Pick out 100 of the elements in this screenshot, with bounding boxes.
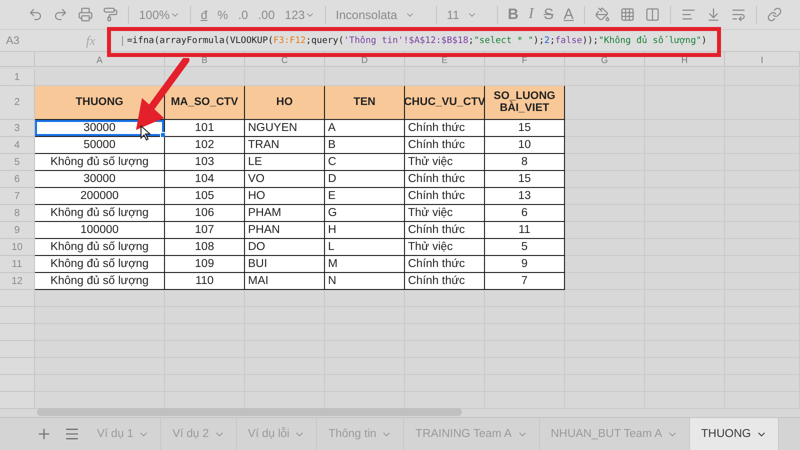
- print-icon[interactable]: [78, 7, 93, 22]
- row-header[interactable]: [0, 290, 35, 307]
- table-cell: Chính thức: [405, 120, 485, 137]
- format-button[interactable]: đ: [200, 8, 208, 22]
- table-cell: 30000: [35, 120, 165, 137]
- redo-icon[interactable]: [53, 7, 68, 22]
- format-button[interactable]: 123: [284, 8, 315, 22]
- table-cell: N: [325, 273, 405, 290]
- table-cell: 7: [485, 273, 565, 290]
- table-cell: 15: [485, 171, 565, 188]
- row-number[interactable]: 6: [0, 171, 35, 188]
- table-cell: 107: [165, 222, 245, 239]
- name-box[interactable]: A3: [0, 34, 86, 46]
- table-cell: NGUYEN: [245, 120, 325, 137]
- table-cell: C: [325, 154, 405, 171]
- header-cell: SO_LUONG BÀI_VIET: [485, 86, 565, 120]
- table-cell: Không đủ số lượng: [35, 239, 165, 256]
- table-cell: Thử việc: [405, 205, 485, 222]
- table-cell: Không đủ số lượng: [35, 256, 165, 273]
- row-number[interactable]: 12: [0, 273, 35, 290]
- row-number[interactable]: 7: [0, 188, 35, 205]
- row-number[interactable]: 4: [0, 137, 35, 154]
- zoom-select[interactable]: 100%: [139, 8, 180, 22]
- row-number[interactable]: 5: [0, 154, 35, 171]
- column-header[interactable]: I: [725, 52, 800, 67]
- table-cell: 103: [165, 154, 245, 171]
- align-icon[interactable]: [680, 7, 696, 22]
- text-wrap-icon[interactable]: [730, 7, 746, 22]
- row-number[interactable]: 10: [0, 239, 35, 256]
- table-cell: 101: [165, 120, 245, 137]
- link-icon[interactable]: [766, 7, 782, 22]
- table-cell: 200000: [35, 188, 165, 205]
- table-cell: 102: [165, 137, 245, 154]
- row-number[interactable]: 9: [0, 222, 35, 239]
- header-cell: HO: [245, 86, 325, 120]
- table-cell: 5: [485, 239, 565, 256]
- vertical-align-icon[interactable]: [706, 7, 721, 22]
- header-cell: CHUC_VU_CTV: [405, 86, 485, 120]
- add-sheet-icon[interactable]: [36, 426, 52, 442]
- menu-icon[interactable]: [64, 426, 80, 442]
- row-number[interactable]: 2: [0, 86, 35, 120]
- fill-color-icon[interactable]: [594, 7, 610, 22]
- header-cell: MA_SO_CTV: [165, 86, 245, 120]
- table-cell: LE: [245, 154, 325, 171]
- table-cell: Thử việc: [405, 239, 485, 256]
- text-style-button[interactable]: S: [544, 6, 554, 23]
- format-button[interactable]: .0: [238, 8, 248, 22]
- table-cell: 110: [165, 273, 245, 290]
- table-cell: B: [325, 137, 405, 154]
- table-cell: L: [325, 239, 405, 256]
- row-number[interactable]: 3: [0, 120, 35, 137]
- table-cell: E: [325, 188, 405, 205]
- text-style-button[interactable]: I: [528, 6, 534, 23]
- font-select[interactable]: Inconsolata: [336, 8, 426, 22]
- merge-cells-icon[interactable]: [644, 7, 660, 22]
- header-cell: TEN: [325, 86, 405, 120]
- table-cell: Chính thức: [405, 137, 485, 154]
- table-cell: 100000: [35, 222, 165, 239]
- scroll-bar[interactable]: [37, 408, 462, 416]
- table-cell: Không đủ số lượng: [35, 205, 165, 222]
- table-cell: TRAN: [245, 137, 325, 154]
- row-number[interactable]: 8: [0, 205, 35, 222]
- paint-format-icon[interactable]: [103, 7, 118, 22]
- table-cell: 106: [165, 205, 245, 222]
- cursor-icon: [140, 125, 151, 141]
- sheet-tab[interactable]: THUONG: [690, 418, 779, 450]
- table-cell: 11: [485, 222, 565, 239]
- table-cell: MAI: [245, 273, 325, 290]
- borders-icon[interactable]: [620, 7, 635, 22]
- format-button[interactable]: %: [217, 8, 228, 22]
- sheet-tab[interactable]: Ví dụ lỗi: [236, 418, 318, 450]
- row-number[interactable]: 11: [0, 256, 35, 273]
- table-cell: VO: [245, 171, 325, 188]
- sheet-tab[interactable]: Ví dụ 1: [86, 418, 162, 450]
- select-all-corner[interactable]: [0, 52, 35, 67]
- sheet-tab[interactable]: Thông tin: [317, 418, 404, 450]
- undo-icon[interactable]: [28, 7, 43, 22]
- table-cell: D: [325, 171, 405, 188]
- text-style-button[interactable]: B: [508, 6, 519, 23]
- table-cell: Chính thức: [405, 188, 485, 205]
- table-cell: Không đủ số lượng: [35, 273, 165, 290]
- table-cell: 15: [485, 120, 565, 137]
- sheet-tab[interactable]: Ví dụ 2: [161, 418, 237, 450]
- table-cell: Thử việc: [405, 154, 485, 171]
- formula-text[interactable]: =ifna(arrayFormula(VLOOKUP(F3:F12;query('Thông tin'!$A$12:$B$18;"select * ");2;false));"Không đủ số lượng"): [122, 36, 707, 46]
- format-button[interactable]: .00: [258, 8, 275, 22]
- table-cell: Chính thức: [405, 222, 485, 239]
- table-cell: Không đủ số lượng: [35, 154, 165, 171]
- table-cell: PHAM: [245, 205, 325, 222]
- row-number[interactable]: 1: [0, 69, 35, 86]
- table-cell: Chính thức: [405, 273, 485, 290]
- table-cell: 10: [485, 137, 565, 154]
- font-size-select[interactable]: 11: [446, 8, 487, 22]
- table-cell: BUI: [245, 256, 325, 273]
- table-cell: Chính thức: [405, 256, 485, 273]
- sheet-tab[interactable]: TRAINING Team A: [404, 418, 540, 450]
- text-style-button[interactable]: A: [564, 6, 574, 23]
- table-cell: 6: [485, 205, 565, 222]
- table-cell: A: [325, 120, 405, 137]
- table-cell: G: [325, 205, 405, 222]
